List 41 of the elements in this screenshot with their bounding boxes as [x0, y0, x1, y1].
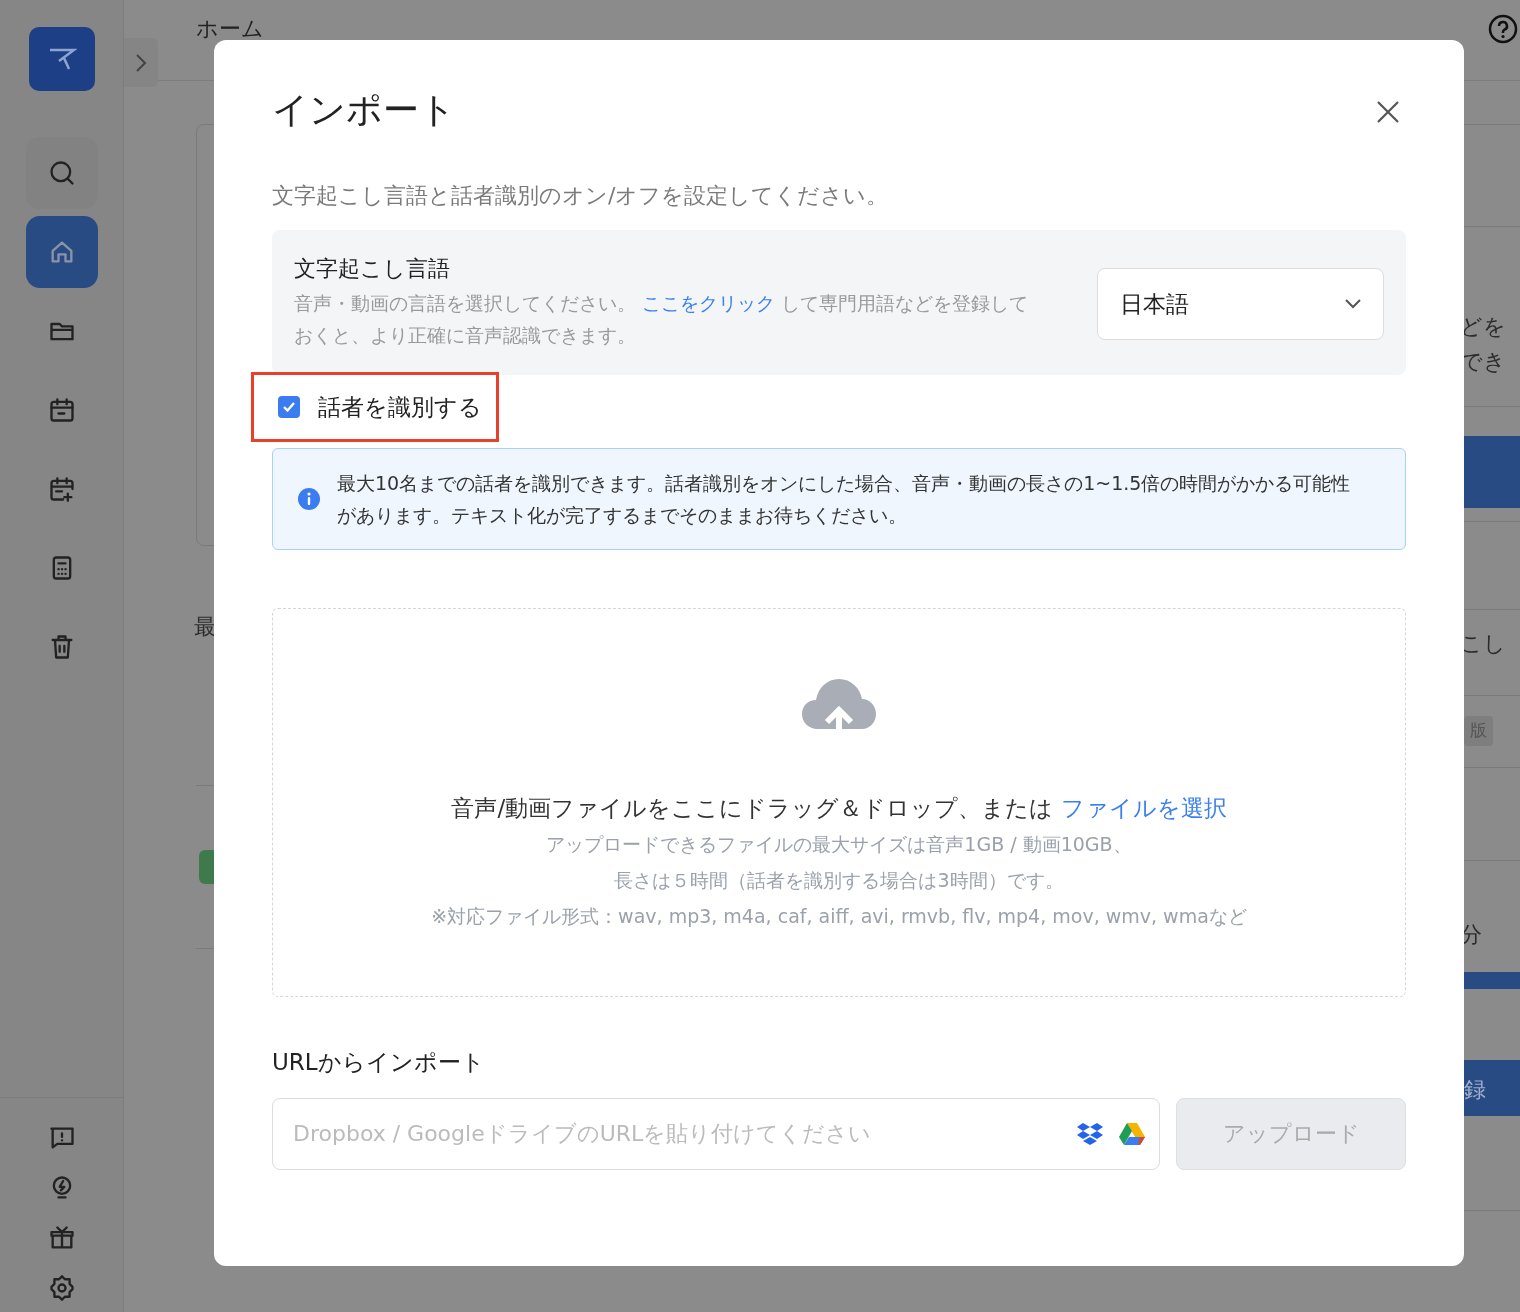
section-title: 文字起こし言語 — [294, 255, 451, 284]
close-icon[interactable] — [1376, 99, 1400, 124]
link[interactable]: ファイルを選択 — [1060, 795, 1227, 822]
chevron-right-icon — [135, 52, 147, 73]
description-text: 音声・動画の言語を選択してください。 ここをクリック して専門用語などを登録しておくと、より正確に音声認識できます。 — [294, 291, 1029, 349]
language-dropdown[interactable]: 日本語 — [1097, 268, 1384, 341]
text-fragment: 最 — [194, 613, 216, 641]
page-title: ホーム — [196, 15, 264, 43]
calendar-add-icon — [47, 475, 76, 503]
calendar-icon — [47, 396, 76, 424]
dialog-title: インポート — [272, 88, 456, 132]
chevron-down-icon — [1345, 299, 1361, 310]
link[interactable]: ここをクリック — [642, 292, 776, 315]
app-logo[interactable] — [28, 27, 95, 91]
help-icon[interactable] — [1488, 14, 1518, 44]
drive-icon — [1118, 1121, 1146, 1146]
note-text: ※対応ファイル形式：wav, mp3, m4a, caf, aiff, avi, rmvb, flv, mp4, mov, wmv, wmaなど — [431, 903, 1247, 929]
drop-instruction: 音声/動画ファイルをここにドラッグ＆ドロップ、または ファイルを選択 — [451, 794, 1227, 824]
search-icon — [47, 159, 76, 187]
url-input[interactable]: Dropbox / GoogleドライブのURLを貼り付けてください — [272, 1097, 1160, 1170]
drop-zone[interactable]: 音声/動画ファイルをここにドラッグ＆ドロップ、または ファイルを選択 アップロードできるファイルの最大サイズは音声1GB / 動画10GB、 長さは５時間（話者を識別する場合は3時間）です。 ※対応ファイル形式：wav, mp3, m4a, caf, aiff, avi, rmvb, flv, mp4, mov, wmv, wmaなど — [272, 608, 1406, 998]
search-nav-button[interactable] — [25, 137, 98, 209]
checkbox[interactable] — [278, 396, 300, 419]
instruction-text: 文字起こし言語と話者識別のオン/オフを設定してください。 — [272, 182, 890, 211]
dropbox-icon — [1076, 1121, 1104, 1148]
checkbox-label: 話者を識別する — [318, 392, 482, 422]
note-text: 長さは５時間（話者を識別する場合は3時間）です。 — [614, 867, 1064, 893]
info-icon — [297, 487, 321, 512]
note-text: アップロードできるファイルの最大サイズは音声1GB / 動画10GB、 — [546, 831, 1132, 857]
bar-background — [1464, 436, 1520, 508]
text-fragment: どを — [1460, 313, 1506, 341]
section-title: URLからインポート — [272, 1048, 486, 1078]
text-fragment: こし — [1460, 630, 1506, 658]
info-text: 最大10名までの話者を識別できます。話者識別をオンにした場合、音声・動画の長さの1~1.5倍の時間がかかる可能性があります。テキスト化が完了するまでそのままお待ちください。 — [337, 471, 1352, 529]
text-fragment: 録 — [1464, 1076, 1486, 1104]
check-icon — [282, 401, 296, 414]
settings-icon[interactable] — [47, 1274, 76, 1302]
button-background — [1464, 1060, 1520, 1116]
gift-icon[interactable] — [47, 1224, 76, 1252]
home-nav-button[interactable] — [25, 216, 98, 288]
bar-background — [1464, 972, 1520, 989]
